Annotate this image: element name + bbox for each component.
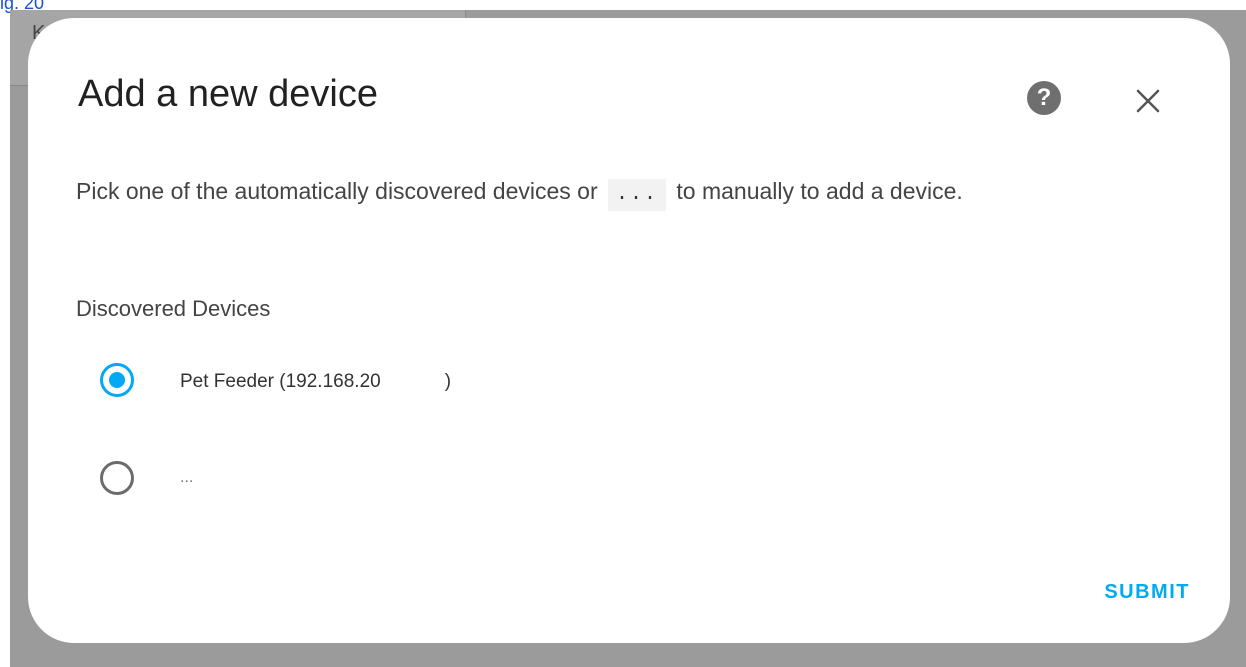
discovered-devices-label: Discovered Devices xyxy=(76,296,271,321)
radio-selected-icon[interactable] xyxy=(100,363,134,397)
device-option-manual[interactable]: ... xyxy=(100,456,193,500)
radio-unselected-icon[interactable] xyxy=(100,461,134,495)
redacted-ip-segment xyxy=(380,367,445,387)
help-icon[interactable]: ? xyxy=(1027,81,1061,115)
description-text-start: Pick one of the automatically discovered… xyxy=(76,178,598,204)
device-option-pet-feeder[interactable]: Pet Feeder (192.168.20) xyxy=(100,358,451,402)
dialog-description: Pick one of the automatically discovered… xyxy=(76,170,1166,212)
dialog-title: Add a new device xyxy=(78,73,378,115)
device-option-label: Pet Feeder (192.168.20) xyxy=(180,367,451,393)
manual-entry-code: ... xyxy=(608,179,667,211)
manual-option-label: ... xyxy=(180,469,194,486)
submit-button[interactable]: SUBMIT xyxy=(1068,576,1190,608)
device-option-label-end: ) xyxy=(444,371,452,392)
device-option-label-start: Pet Feeder (192.168.20 xyxy=(180,371,381,392)
close-icon[interactable] xyxy=(1133,86,1163,116)
description-text-end: to manually to add a device. xyxy=(676,178,963,204)
